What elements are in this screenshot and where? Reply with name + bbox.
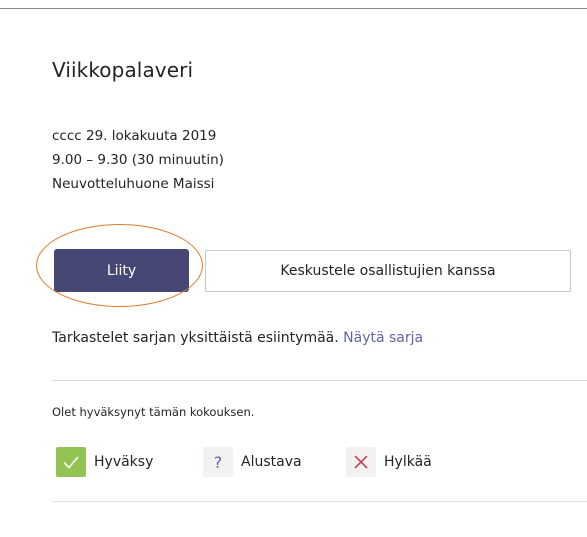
- top-divider: [0, 8, 587, 9]
- decline-label: Hylkää: [384, 454, 432, 470]
- tentative-label: Alustava: [241, 454, 302, 470]
- section-divider: [52, 380, 587, 381]
- meeting-date: cccc 29. lokakuuta 2019: [52, 128, 217, 144]
- join-button[interactable]: Liity: [54, 249, 189, 292]
- chat-with-participants-button[interactable]: Keskustele osallistujien kanssa: [205, 250, 571, 292]
- accept-label: Hyväksy: [94, 454, 154, 470]
- series-info-text: Tarkastelet sarjan yksittäistä esiintymä…: [52, 330, 339, 346]
- checkmark-icon: [56, 447, 86, 477]
- rsvp-status-text: Olet hyväksynyt tämän kokouksen.: [52, 405, 255, 419]
- meeting-time: 9.00 – 9.30 (30 minuutin): [52, 152, 224, 168]
- tentative-button[interactable]: ? Alustava: [203, 447, 302, 477]
- decline-button[interactable]: Hylkää: [346, 447, 432, 477]
- meeting-title: Viikkopalaveri: [52, 58, 194, 82]
- close-icon: [346, 447, 376, 477]
- question-icon: ?: [203, 447, 233, 477]
- meeting-location: Neuvotteluhuone Maissi: [52, 176, 215, 192]
- view-series-link[interactable]: Näytä sarja: [343, 330, 423, 346]
- bottom-divider: [52, 501, 587, 502]
- accept-button[interactable]: Hyväksy: [56, 447, 153, 477]
- series-info: Tarkastelet sarjan yksittäistä esiintymä…: [52, 330, 423, 346]
